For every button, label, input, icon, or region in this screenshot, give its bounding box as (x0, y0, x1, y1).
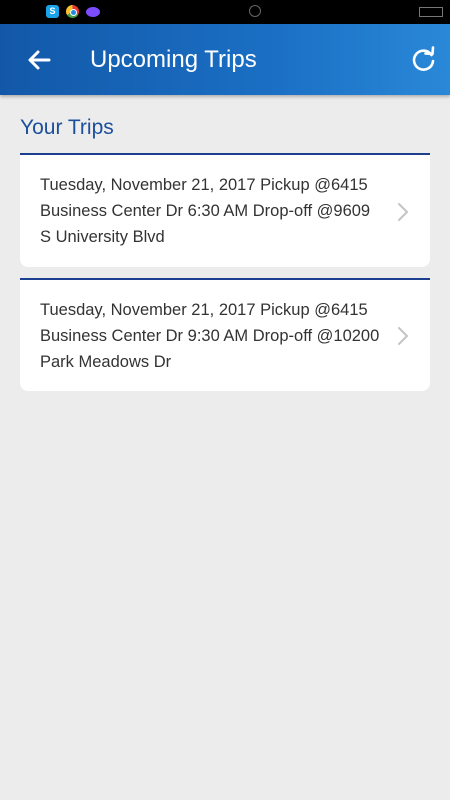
app-bar: Upcoming Trips (0, 24, 450, 95)
trip-details: Tuesday, November 21, 2017 Pickup @6415 … (40, 176, 371, 246)
back-button[interactable] (18, 38, 62, 82)
trip-card[interactable]: Tuesday, November 21, 2017 Pickup @6415 … (20, 278, 430, 391)
trip-card[interactable]: Tuesday, November 21, 2017 Pickup @6415 … (20, 153, 430, 267)
trip-details: Tuesday, November 21, 2017 Pickup @6415 … (40, 301, 380, 371)
section-title: Your Trips (20, 116, 114, 139)
chevron-right-icon (398, 327, 408, 345)
chrome-icon (66, 5, 79, 18)
chevron-right-icon (398, 203, 408, 221)
page-title: Upcoming Trips (90, 46, 257, 73)
status-bar (0, 0, 450, 24)
battery-icon (419, 7, 443, 17)
arrow-left-icon (28, 50, 51, 70)
planet-app-icon (86, 7, 100, 17)
skype-icon (46, 5, 59, 18)
refresh-button[interactable] (402, 38, 446, 82)
refresh-icon (412, 46, 435, 71)
alarm-icon (249, 5, 261, 17)
